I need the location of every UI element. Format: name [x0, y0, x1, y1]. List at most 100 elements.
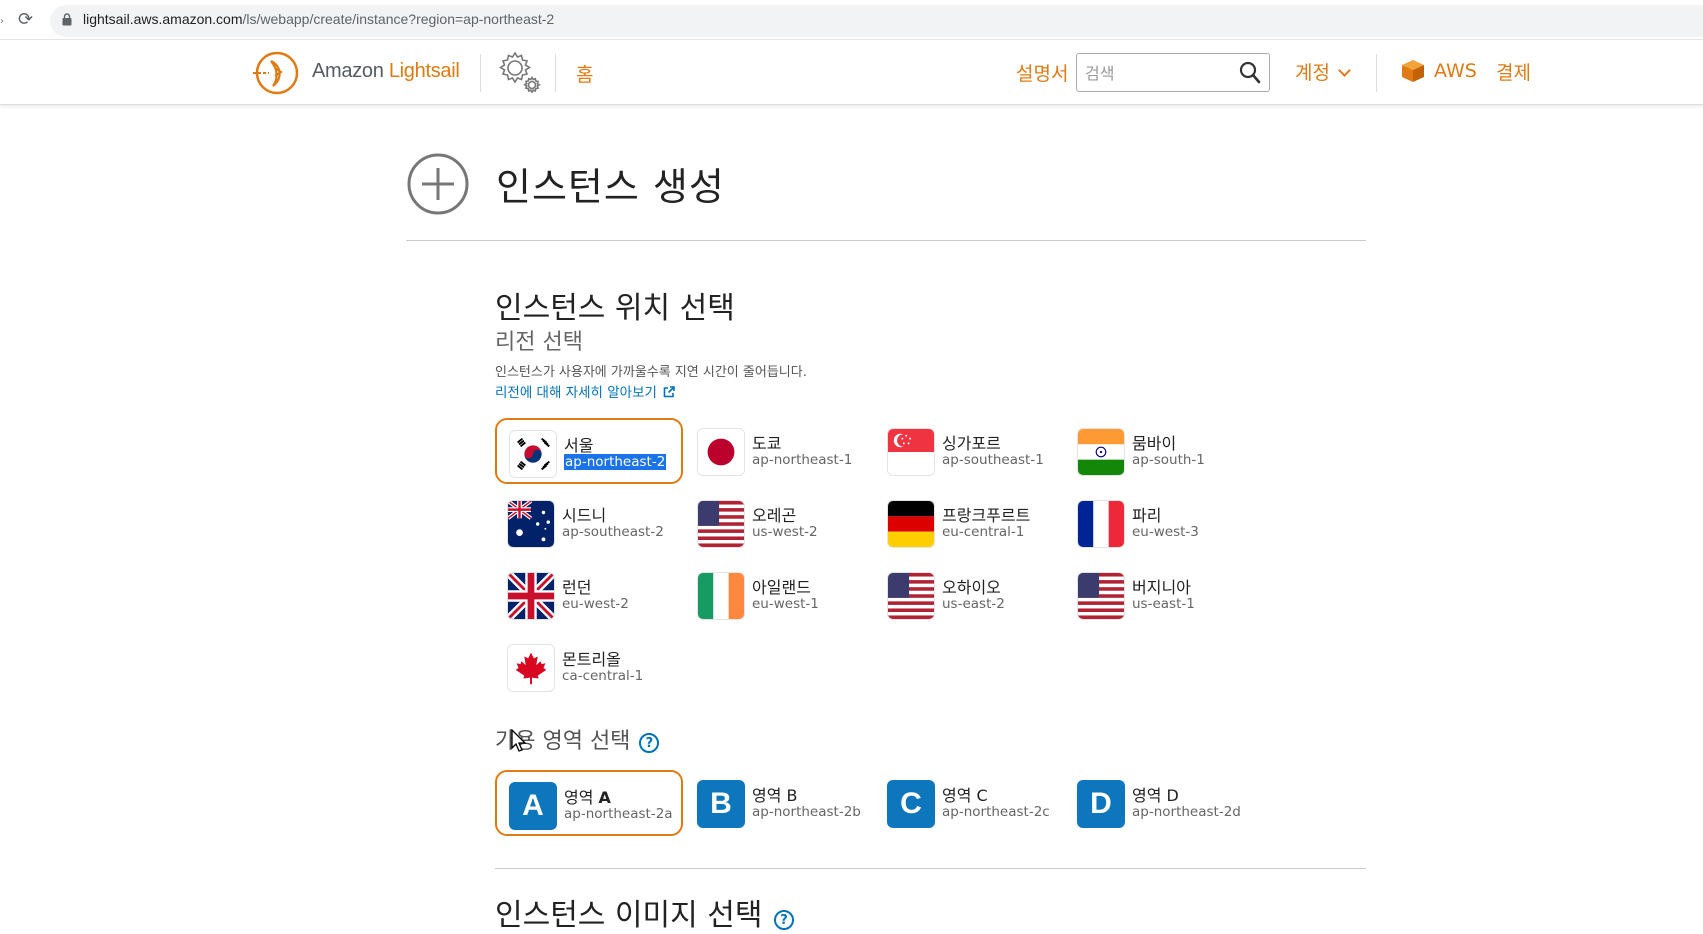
gear-icon[interactable]: [495, 49, 543, 95]
region-tile-oregon[interactable]: 오레곤 us-west-2: [685, 490, 873, 556]
zone-label-letter: A: [598, 788, 611, 807]
zone-label: 영역: [1132, 786, 1167, 805]
back-arrow-icon[interactable]: ›: [0, 16, 4, 27]
region-tile-paris[interactable]: 파리 eu-west-3: [1065, 490, 1253, 556]
page-title: 인스턴스 생성: [496, 165, 725, 209]
billing-link[interactable]: 결제: [1496, 58, 1531, 85]
header-divider: [1376, 54, 1377, 92]
home-link[interactable]: 홈: [576, 60, 593, 87]
zone-name: 영역 B: [752, 782, 798, 806]
zone-d-badge: D: [1077, 780, 1125, 828]
learn-more-label: 리전에 대해 자세히 알아보기: [495, 385, 657, 401]
url-text[interactable]: lightsail.aws.amazon.com/ls/webapp/creat…: [83, 11, 554, 27]
region-tile-singapore[interactable]: 싱가포르 ap-southeast-1: [875, 418, 1063, 484]
uk-flag-icon: [507, 572, 555, 620]
region-code: us-east-1: [1132, 596, 1195, 612]
docs-link[interactable]: 설명서: [1016, 59, 1068, 86]
zone-code: ap-northeast-2c: [942, 804, 1050, 820]
external-link-icon: [663, 386, 675, 398]
divider: [406, 240, 1366, 241]
create-plus-icon: [407, 153, 469, 215]
account-label: 계정: [1295, 62, 1330, 84]
region-tile-ohio[interactable]: 오하이오 us-east-2: [875, 562, 1063, 628]
region-name: 몬트리올: [562, 650, 621, 669]
divider: [495, 868, 1366, 869]
help-icon[interactable]: ?: [639, 733, 660, 753]
region-name: 런던: [562, 578, 592, 597]
usa-flag-icon: [887, 572, 935, 620]
region-name: 프랑크푸르트: [942, 506, 1031, 525]
logo-prefix: Amazon: [312, 60, 389, 82]
region-code: ap-southeast-2: [562, 524, 664, 540]
region-tile-london[interactable]: 런던 eu-west-2: [495, 562, 683, 628]
header-divider: [480, 54, 481, 92]
usa-flag-icon: [1077, 572, 1125, 620]
region-tile-montreal[interactable]: 몬트리올 ca-central-1: [495, 634, 683, 700]
zone-tile-c[interactable]: C 영역 C ap-northeast-2c: [875, 770, 1063, 836]
account-menu[interactable]: 계정: [1295, 58, 1351, 85]
logo-brand: Lightsail: [388, 60, 460, 82]
lock-icon: [62, 13, 72, 26]
zone-tile-a[interactable]: A 영역 A ap-northeast-2a: [495, 770, 683, 836]
region-name: 파리: [1132, 506, 1162, 525]
zone-tile-b[interactable]: B 영역 B ap-northeast-2b: [685, 770, 873, 836]
reload-icon[interactable]: ⟳: [18, 10, 38, 30]
learn-more-regions-link[interactable]: 리전에 대해 자세히 알아보기: [495, 381, 675, 401]
zone-label: 영역: [942, 786, 977, 805]
region-tile-virginia[interactable]: 버지니아 us-east-1: [1065, 562, 1253, 628]
canada-flag-icon: [507, 644, 555, 692]
france-flag-icon: [1077, 500, 1125, 548]
region-code: us-east-2: [942, 596, 1005, 612]
zone-c-badge: C: [887, 780, 935, 828]
ireland-flag-icon: [697, 572, 745, 620]
region-name: 오레곤: [752, 506, 797, 525]
zone-label-letter: C: [976, 786, 988, 805]
region-tile-sydney[interactable]: 시드니 ap-southeast-2: [495, 490, 683, 556]
zone-a-badge: A: [509, 782, 557, 830]
zone-code: ap-northeast-2d: [1132, 804, 1241, 820]
search-icon[interactable]: [1239, 61, 1261, 85]
india-flag-icon: [1077, 428, 1125, 476]
aws-label: AWS: [1434, 60, 1477, 82]
search-field[interactable]: [1076, 53, 1270, 92]
location-section-title: 인스턴스 위치 선택: [495, 291, 735, 326]
url-host: lightsail.aws.amazon.com: [83, 11, 243, 27]
search-input[interactable]: [1085, 62, 1225, 84]
aws-console-link[interactable]: AWS: [1400, 58, 1477, 84]
region-tile-tokyo[interactable]: 도쿄 ap-northeast-1: [685, 418, 873, 484]
zone-label: 영역: [564, 788, 599, 807]
region-name: 뭄바이: [1132, 434, 1177, 453]
region-name: 버지니아: [1132, 578, 1191, 597]
app-header: Amazon Lightsail 홈 설명서 계정 AWS 결제: [0, 40, 1703, 105]
singapore-flag-icon: [887, 428, 935, 476]
region-code: ca-central-1: [562, 668, 644, 684]
region-subtitle: 리전 선택: [495, 330, 583, 355]
region-code: eu-west-2: [562, 596, 629, 612]
zone-name: 영역 D: [1132, 782, 1179, 806]
zone-name: 영역 C: [942, 782, 988, 806]
zone-b-badge: B: [697, 780, 745, 828]
korea-flag-icon: [509, 430, 557, 478]
region-tile-mumbai[interactable]: 뭄바이 ap-south-1: [1065, 418, 1253, 484]
image-section-title: 인스턴스 이미지 선택 ?: [495, 890, 795, 934]
url-path: /ls/webapp/create/instance?region=ap-nor…: [242, 11, 555, 27]
header-divider: [555, 54, 556, 92]
region-tile-ireland[interactable]: 아일랜드 eu-west-1: [685, 562, 873, 628]
help-icon[interactable]: ?: [774, 910, 795, 930]
zone-tile-d[interactable]: D 영역 D ap-northeast-2d: [1065, 770, 1253, 836]
browser-url-bar: › ⟳ lightsail.aws.amazon.com/ls/webapp/c…: [0, 0, 1703, 40]
region-code: ap-northeast-2: [564, 454, 667, 470]
australia-flag-icon: [507, 500, 555, 548]
region-tile-frankfurt[interactable]: 프랑크푸르트 eu-central-1: [875, 490, 1063, 556]
zone-code: ap-northeast-2b: [752, 804, 861, 820]
chevron-down-icon: [1338, 64, 1351, 77]
lightsail-logo-text[interactable]: Amazon Lightsail: [312, 60, 460, 83]
region-name: 도쿄: [752, 434, 782, 453]
region-name: 아일랜드: [752, 578, 811, 597]
region-code: ap-south-1: [1132, 452, 1205, 468]
mouse-cursor-icon: [511, 729, 527, 752]
germany-flag-icon: [887, 500, 935, 548]
region-description: 인스턴스가 사용자에 가까울수록 지연 시간이 줄어듭니다.: [495, 365, 807, 380]
lightsail-logo-icon[interactable]: [251, 50, 301, 96]
region-tile-seoul[interactable]: 서울 ap-northeast-2: [495, 418, 683, 484]
